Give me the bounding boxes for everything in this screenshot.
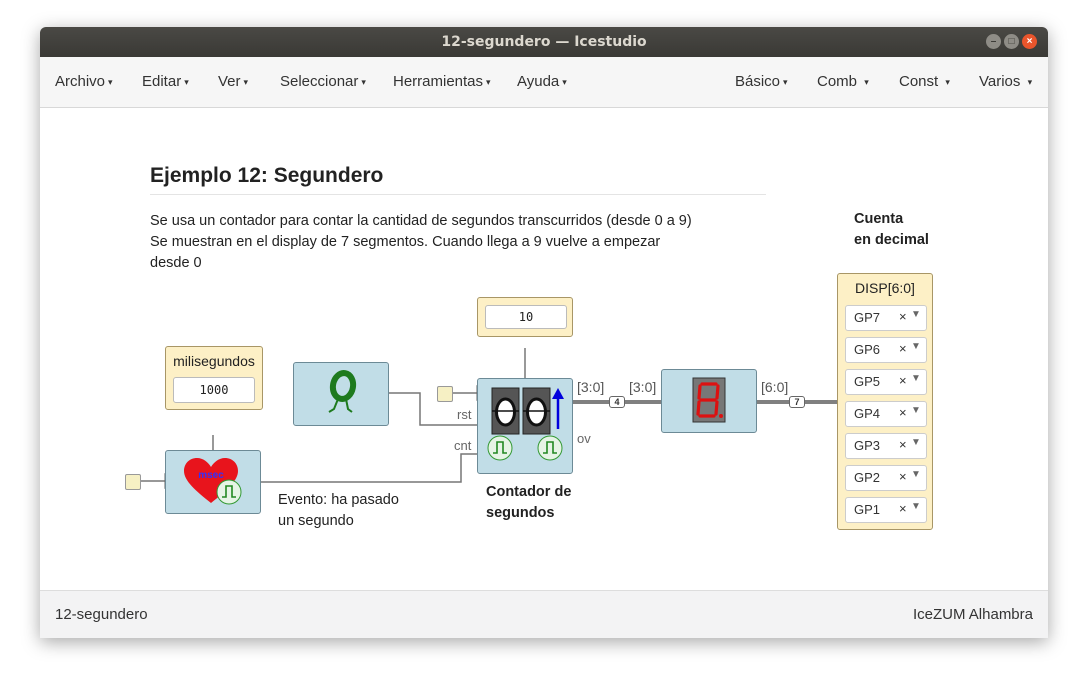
menu-basico[interactable]: Básico ▾ [735, 57, 788, 107]
heartbeat-block[interactable]: msec [165, 450, 261, 514]
clear-icon[interactable]: × [899, 405, 907, 420]
evento-comment: Evento: ha pasado un segundo [278, 492, 399, 529]
board-name[interactable]: IceZUM Alhambra [913, 606, 1033, 623]
caret-down-icon: ▾ [1027, 77, 1033, 88]
caret-down-icon: ▾ [108, 77, 113, 88]
pin-select-gp5[interactable]: GP5 × ▼ [845, 369, 927, 395]
menu-ayuda[interactable]: Ayuda ▾ [517, 57, 567, 107]
chevron-down-icon[interactable]: ▼ [911, 501, 921, 512]
heart-text: msec [198, 470, 224, 481]
menu-const[interactable]: Const ▾ [899, 57, 950, 107]
pin-select-gp2[interactable]: GP2 × ▼ [845, 465, 927, 491]
project-name: 12-segundero [55, 606, 148, 623]
menu-ver[interactable]: Ver ▾ [218, 57, 248, 107]
caret-down-icon: ▾ [243, 77, 249, 88]
caret-down-icon: ▾ [562, 77, 567, 88]
caret-down-icon: ▾ [486, 77, 491, 88]
pin-select-gp6[interactable]: GP6 × ▼ [845, 337, 927, 363]
wire-label: [6:0] [761, 379, 789, 395]
chevron-down-icon[interactable]: ▼ [911, 437, 921, 448]
menu-bar: Archivo ▾ Editar ▾ Ver ▾ Seleccionar ▾ Herra… [40, 57, 1048, 108]
chevron-down-icon[interactable]: ▼ [911, 405, 921, 416]
menu-archivo[interactable]: Archivo ▾ [55, 57, 113, 107]
pin-select-gp1[interactable]: GP1 × ▼ [845, 497, 927, 523]
title-bar: 12-segundero — Icestudio – □ × [40, 27, 1048, 57]
display-output-block[interactable]: DISP[6:0] GP7 × ▼ GP6 × ▼ GP5 × ▼ GP4 × ▼ GP3 × ▼ … [837, 273, 933, 530]
status-bar: 12-segundero IceZUM Alhambra [40, 590, 1048, 638]
heart-icon: msec [184, 458, 242, 505]
walking-zero-icon [328, 370, 357, 413]
ov-port-label: ov [577, 431, 591, 446]
counter-block[interactable] [477, 378, 573, 474]
param-label: milisegundos [173, 353, 255, 369]
chevron-down-icon[interactable]: ▼ [911, 309, 921, 320]
clear-icon[interactable]: × [899, 309, 907, 324]
maximize-button[interactable]: □ [1004, 34, 1019, 49]
wire-label: [3:0] [577, 379, 605, 395]
seven-segment-block[interactable] [661, 369, 757, 433]
window-title: 12-segundero — Icestudio [441, 34, 647, 50]
menu-herramientas[interactable]: Herramientas ▾ [393, 57, 491, 107]
milisegundos-param[interactable]: milisegundos 1000 [165, 346, 263, 410]
clear-icon[interactable]: × [899, 469, 907, 484]
contador-comment: Contador de segundos [486, 484, 572, 521]
clear-icon[interactable]: × [899, 501, 907, 516]
menu-seleccionar[interactable]: Seleccionar ▾ [280, 57, 366, 107]
pin-select-gp3[interactable]: GP3 × ▼ [845, 433, 927, 459]
pin-select-gp7[interactable]: GP7 × ▼ [845, 305, 927, 331]
input-port[interactable] [125, 474, 141, 490]
bus-size-badge: 4 [609, 396, 625, 408]
rst-input-port[interactable] [437, 386, 453, 402]
caret-down-icon: ▾ [945, 77, 950, 88]
cnt-port-label: cnt [454, 438, 472, 453]
counter-max-input[interactable]: 10 [485, 305, 567, 329]
chevron-down-icon[interactable]: ▼ [911, 469, 921, 480]
milisegundos-input[interactable]: 1000 [173, 377, 255, 403]
caret-down-icon: ▾ [783, 77, 788, 88]
menu-editar[interactable]: Editar ▾ [142, 57, 189, 107]
caret-down-icon: ▾ [184, 77, 189, 88]
chevron-down-icon[interactable]: ▼ [911, 373, 921, 384]
chevron-down-icon[interactable]: ▼ [911, 341, 921, 352]
close-button[interactable]: × [1022, 34, 1037, 49]
clear-icon[interactable]: × [899, 437, 907, 452]
counter-icon [487, 387, 564, 461]
caret-down-icon: ▾ [864, 77, 869, 88]
wire-label: [3:0] [629, 379, 657, 395]
clock-block[interactable] [293, 362, 389, 426]
clear-icon[interactable]: × [899, 341, 907, 356]
bus-size-badge: 7 [789, 396, 805, 408]
design-canvas[interactable]: Ejemplo 12: Segundero Se usa un contador… [40, 108, 1048, 590]
caret-down-icon: ▾ [361, 77, 366, 88]
counter-max-param[interactable]: 10 [477, 297, 573, 337]
menu-varios[interactable]: Varios ▾ [979, 57, 1032, 107]
clear-icon[interactable]: × [899, 373, 907, 388]
app-window: 12-segundero — Icestudio – □ × Archivo ▾ … [40, 27, 1048, 638]
display-title: DISP[6:0] [855, 280, 915, 296]
rst-port-label: rst [457, 407, 472, 422]
pin-select-gp4[interactable]: GP4 × ▼ [845, 401, 927, 427]
minimize-button[interactable]: – [986, 34, 1001, 49]
seven-segment-icon [692, 377, 726, 423]
menu-comb[interactable]: Comb ▾ [817, 57, 869, 107]
